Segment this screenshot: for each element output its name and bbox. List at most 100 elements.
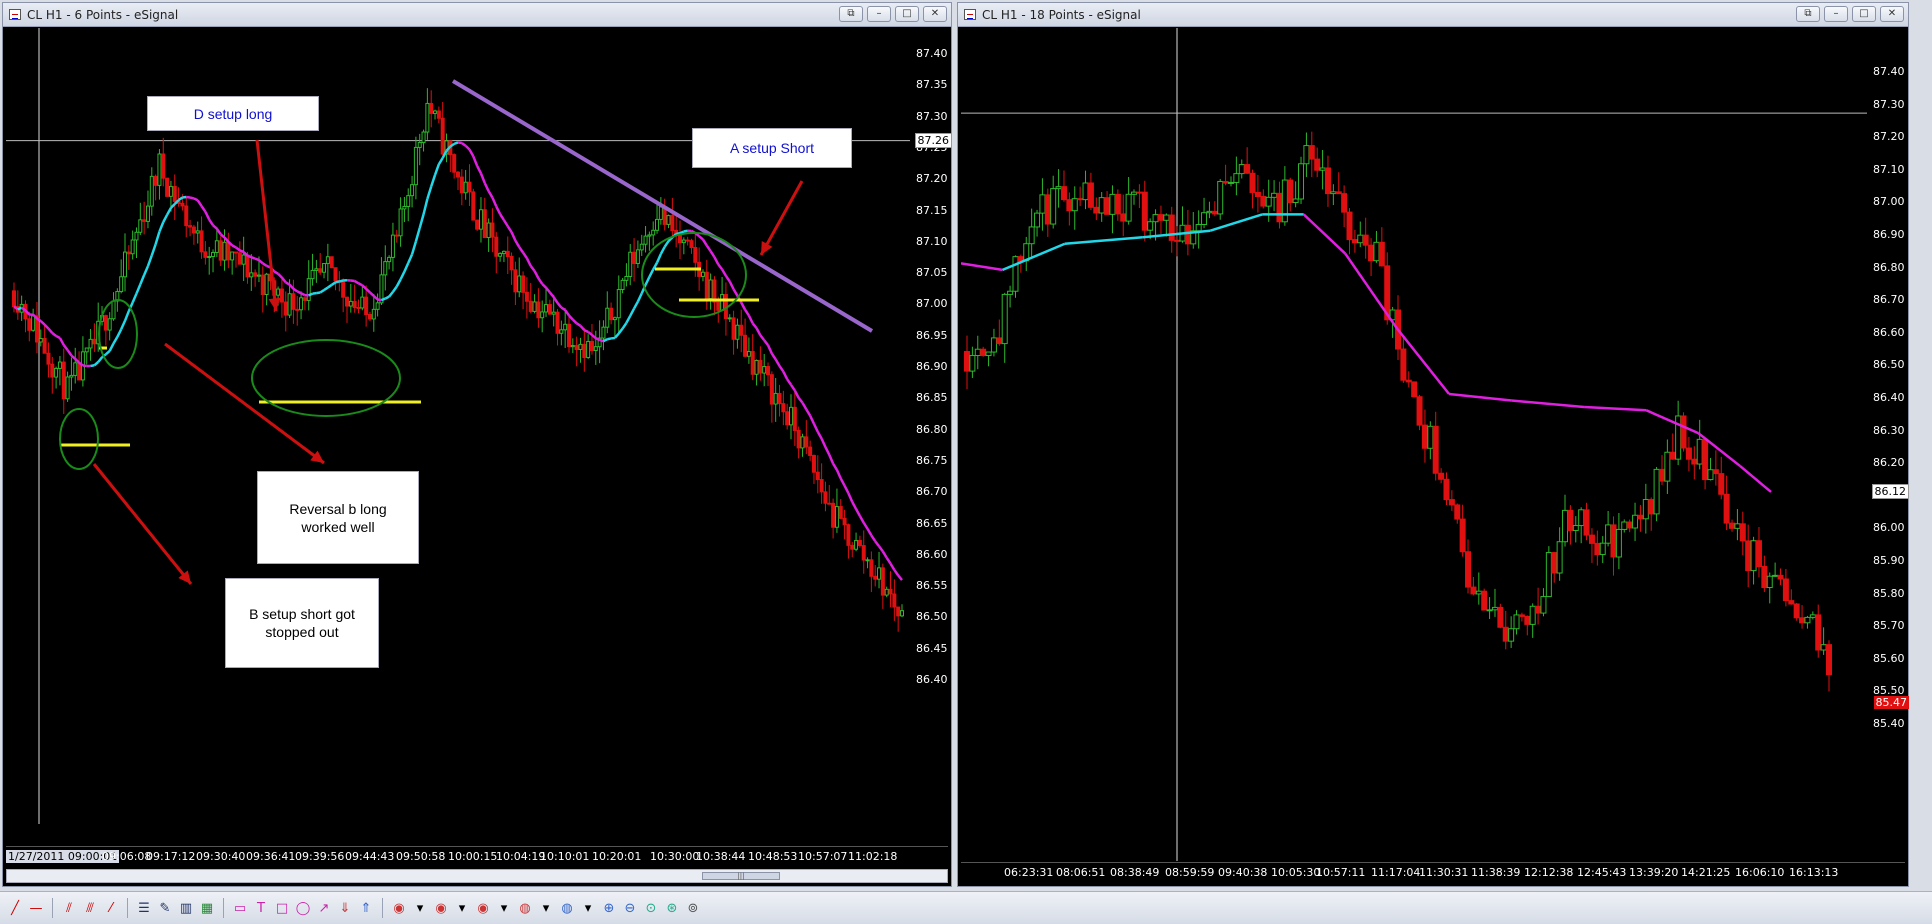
moving-average-segment [514, 239, 521, 248]
right-price-axis[interactable]: 87.40 87.30 87.20 87.10 87.00 86.90 86.80 86.70… [1867, 28, 1909, 861]
left-chart-window[interactable]: CL H1 - 6 Points - eSignal ⧉ – □ ✕ 87.40… [2, 2, 952, 887]
close-icon[interactable]: ✕ [1880, 6, 1904, 22]
arrow-up-icon[interactable]: ↗ [315, 899, 333, 917]
maximize-icon[interactable]: □ [1852, 6, 1876, 22]
right-title-bar[interactable]: CL H1 - 18 Points - eSignal ⧉ – □ ✕ [958, 3, 1908, 27]
moving-average-segment [525, 257, 532, 267]
candle-body [383, 261, 388, 276]
left-scroll-thumb[interactable]: ||| [702, 872, 780, 880]
left-plot-area[interactable]: 87.4087.3587.3087.2587.2087.1587.1087.05… [6, 28, 952, 883]
candle-body [425, 102, 430, 133]
rect-icon[interactable]: ▭ [231, 899, 249, 917]
moving-average-segment [552, 296, 559, 304]
candle-body [1443, 478, 1450, 501]
minimize-icon[interactable]: – [1824, 6, 1848, 22]
right-time-axis[interactable]: 06:23:31 08:06:51 08:38:49 08:59:59 09:40:38… [961, 862, 1905, 883]
restore-icon[interactable]: ⧉ [839, 6, 863, 22]
moving-average-segment [468, 148, 475, 157]
grid-icon[interactable]: ▦ [198, 899, 216, 917]
square-icon[interactable]: □ [273, 899, 291, 917]
maximize-icon[interactable]: □ [895, 6, 919, 22]
text-icon[interactable]: T [252, 899, 270, 917]
candle-body [716, 301, 721, 311]
ellipse-icon[interactable]: ◯ [294, 899, 312, 917]
left-horizontal-scrollbar[interactable]: ||| [6, 869, 948, 883]
candle-body [593, 346, 598, 352]
candle-body [865, 559, 870, 562]
price-tick-label: 86.80 [1873, 260, 1905, 274]
fib-icon[interactable]: ⫻ [81, 899, 99, 917]
zoom-out-icon[interactable]: ⊖ [621, 899, 639, 917]
price-tick-label: 87.20 [916, 172, 948, 186]
candle-body [149, 175, 154, 207]
candle-body [1632, 514, 1639, 529]
left-price-axis[interactable]: 87.4087.3587.3087.2587.2087.1587.1087.05… [910, 28, 952, 861]
globe-icon[interactable]: ◍ [558, 899, 576, 917]
candle-body [815, 471, 820, 481]
candle-body [1551, 552, 1558, 574]
brush-icon[interactable]: ⁄ [102, 899, 120, 917]
chevron-down-icon[interactable]: ▾ [537, 899, 555, 917]
candle-body [325, 256, 330, 265]
moving-average-segment [1511, 399, 1585, 409]
moving-average-segment [381, 297, 386, 302]
candle-body [1588, 534, 1595, 544]
candle-body [1599, 542, 1606, 556]
left-title-bar[interactable]: CL H1 - 6 Points - eSignal ⧉ – □ ✕ [3, 3, 951, 27]
right-plot-area[interactable]: 87.40 87.30 87.20 87.10 87.00 86.90 86.80 86.70… [961, 28, 1909, 883]
minimize-icon[interactable]: – [867, 6, 891, 22]
candle-body [758, 359, 763, 374]
candle-body [1071, 198, 1078, 212]
columns-icon[interactable]: ▥ [177, 899, 195, 917]
up-arrow-icon[interactable]: ⇑ [357, 899, 375, 917]
candle-body [743, 334, 748, 357]
candle-body [834, 506, 839, 528]
undo-icon[interactable]: ⊛ [663, 899, 681, 917]
left-time-axis[interactable]: 1/27/2011 09:00:01 09:06:08 09:17:12 09:30:… [6, 846, 948, 867]
moving-average-segment [663, 240, 670, 248]
moving-average-segment [193, 197, 199, 202]
chevron-down-icon[interactable]: ▾ [579, 899, 597, 917]
candle-body [1222, 180, 1229, 184]
price-tick-label: 86.40 [1873, 391, 1905, 404]
chevron-down-icon[interactable]: ▾ [453, 899, 471, 917]
candle-body [142, 219, 147, 222]
bars-icon[interactable]: ☰ [135, 899, 153, 917]
candle-body [1610, 524, 1617, 558]
candle-body [1583, 509, 1590, 536]
candle-body [524, 291, 529, 302]
chevron-down-icon[interactable]: ▾ [495, 899, 513, 917]
price-tick-label: 86.70 [916, 485, 948, 499]
reset-icon[interactable]: ⊙ [642, 899, 660, 917]
moving-average-segment [1739, 464, 1772, 493]
candle-body [880, 567, 885, 596]
redo-icon[interactable]: ⊚ [684, 899, 702, 917]
moving-average-segment [529, 265, 536, 272]
moving-average-segment [246, 254, 252, 259]
price-tick-label: 87.40 [1873, 65, 1905, 78]
setup-highlight-circle [251, 339, 401, 417]
tick-icon[interactable]: ◉ [390, 899, 408, 917]
moving-average-segment [522, 251, 528, 259]
close-icon[interactable]: ✕ [923, 6, 947, 22]
down-arrow-icon[interactable]: ⇓ [336, 899, 354, 917]
color-icon[interactable]: ◍ [516, 899, 534, 917]
moving-average-segment [357, 282, 363, 287]
chevron-down-icon[interactable]: ▾ [411, 899, 429, 917]
channel-icon[interactable]: ⫽ [60, 899, 78, 917]
restore-icon[interactable]: ⧉ [1796, 6, 1820, 22]
right-chart-window[interactable]: CL H1 - 18 Points - eSignal ⧉ – □ ✕ 87.4… [957, 2, 1909, 887]
candle-body [766, 366, 771, 376]
moving-average-segment [801, 402, 808, 410]
draw-icon[interactable]: ✎ [156, 899, 174, 917]
time-tick-label: 10:38:44 [696, 850, 746, 863]
moving-average-segment [1448, 392, 1512, 402]
hline-icon[interactable]: — [27, 899, 45, 917]
moving-average-segment [766, 344, 774, 355]
zoom-in-icon[interactable]: ⊕ [600, 899, 618, 917]
rng-icon[interactable]: ◉ [474, 899, 492, 917]
time-tick-label: 08:38:49 [1110, 866, 1160, 879]
pencil-icon[interactable]: ╱ [6, 899, 24, 917]
candle-body [544, 304, 549, 313]
vol-icon[interactable]: ◉ [432, 899, 450, 917]
